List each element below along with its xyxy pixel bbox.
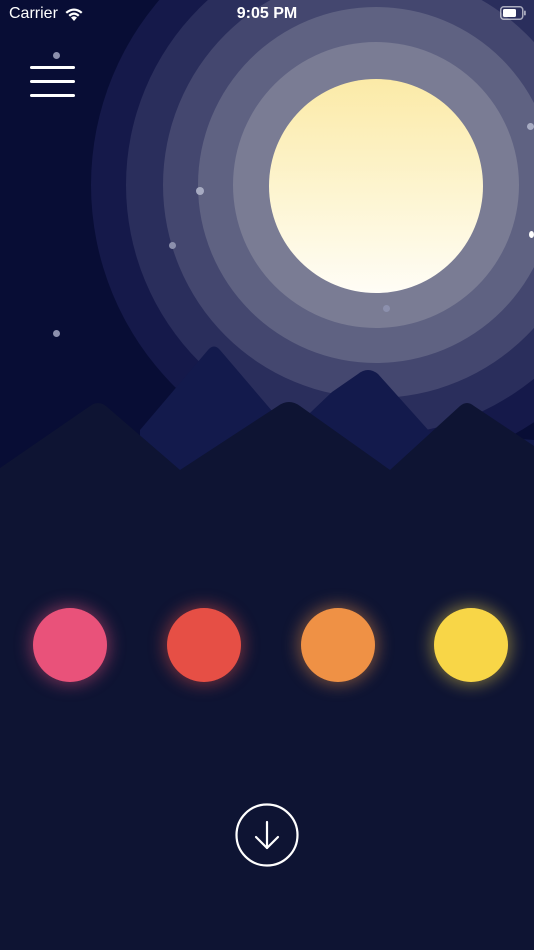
- ground: [0, 470, 534, 950]
- menu-bar: [30, 80, 75, 83]
- color-swatch-yellow[interactable]: [434, 608, 508, 682]
- arrow-down-circle-icon[interactable]: [235, 803, 299, 867]
- color-swatch-orange[interactable]: [301, 608, 375, 682]
- status-time: 9:05 PM: [236, 5, 298, 22]
- color-swatch-red[interactable]: [167, 608, 241, 682]
- app-screen: Carrier 9:05 PM: [0, 0, 534, 950]
- hamburger-menu-icon[interactable]: [30, 66, 75, 100]
- status-bar: Carrier 9:05 PM: [0, 0, 534, 28]
- menu-bar: [30, 94, 75, 97]
- battery-icon: [500, 6, 526, 20]
- menu-bar: [30, 66, 75, 69]
- color-swatch-pink[interactable]: [33, 608, 107, 682]
